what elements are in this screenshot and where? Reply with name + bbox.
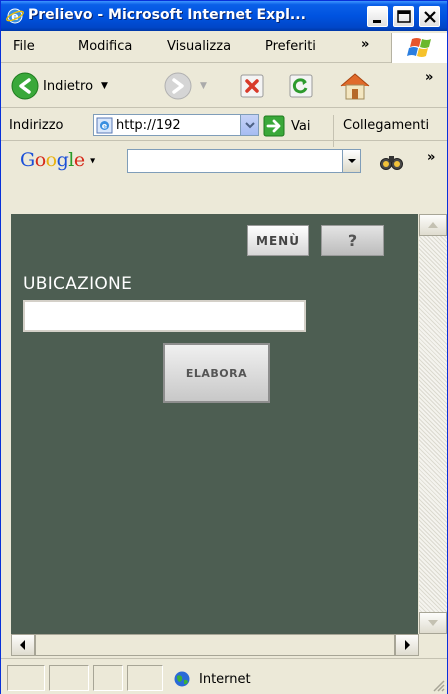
scroll-left-button[interactable] [11, 634, 35, 656]
window-title: Prelievo - Microsoft Internet Expl... [28, 7, 306, 23]
arrow-up-icon [428, 222, 438, 228]
horizontal-scrollbar[interactable] [11, 634, 419, 656]
status-bar: Internet [1, 658, 447, 694]
security-zone[interactable]: Internet [173, 670, 251, 688]
google-search-input[interactable] [127, 149, 361, 173]
zone-label: Internet [199, 671, 251, 687]
ubicazione-input[interactable] [23, 300, 306, 332]
binoculars-icon[interactable] [379, 152, 405, 172]
ie-icon: e [6, 8, 24, 24]
windows-logo [391, 33, 447, 63]
page-content: MENÙ ? UBICAZIONE ELABORA [11, 214, 418, 634]
frame-left-edge [1, 183, 11, 653]
refresh-button[interactable] [288, 72, 314, 100]
menu-overflow-chevron[interactable]: » [361, 37, 369, 52]
globe-icon [174, 671, 190, 687]
close-button[interactable] [419, 6, 440, 27]
go-arrow-icon [263, 115, 285, 137]
forward-dropdown-icon[interactable]: ▼ [200, 81, 207, 91]
close-icon [424, 11, 436, 23]
back-dropdown-icon[interactable]: ▼ [101, 81, 108, 91]
menu-bar: File Modifica Visualizza Preferiti » [1, 31, 447, 63]
elabora-button[interactable]: ELABORA [163, 343, 270, 403]
stop-button[interactable] [239, 72, 265, 100]
menu-preferiti[interactable]: Preferiti [265, 39, 316, 54]
home-icon [340, 73, 370, 100]
go-label: Vai [291, 118, 311, 134]
google-logo-button[interactable]: Google ▾ [20, 149, 95, 171]
status-cell [49, 665, 89, 691]
status-cell [93, 665, 123, 691]
refresh-icon [289, 74, 313, 98]
maximize-icon [397, 10, 411, 23]
go-button[interactable]: Vai [263, 115, 310, 137]
svg-text:e: e [102, 122, 108, 131]
scroll-down-button[interactable] [419, 612, 447, 634]
arrow-right-icon [405, 640, 410, 650]
links-button[interactable]: Collegamenti [343, 118, 429, 133]
minimize-icon [373, 20, 381, 23]
page-icon: e [96, 117, 113, 134]
ubicazione-label: UBICAZIONE [23, 274, 133, 294]
arrow-left-icon [20, 640, 25, 650]
forward-button[interactable]: ▼ [164, 72, 207, 100]
minimize-button[interactable] [367, 6, 388, 27]
menu-button[interactable]: MENÙ [247, 225, 309, 256]
google-dropdown-icon: ▾ [90, 155, 95, 167]
maximize-button[interactable] [393, 6, 414, 27]
scroll-up-button[interactable] [419, 214, 447, 236]
google-search-dropdown-button[interactable] [342, 150, 360, 172]
scroll-right-button[interactable] [395, 634, 419, 656]
help-button[interactable]: ? [321, 225, 384, 256]
back-arrow-icon [11, 72, 39, 100]
navigation-toolbar: Indietro ▼ ▼ » [1, 64, 447, 108]
address-input[interactable]: e http://192 [93, 114, 259, 136]
vertical-scrollbar[interactable] [419, 214, 447, 634]
arrow-down-icon [428, 620, 438, 626]
chevron-down-icon [245, 122, 255, 129]
browser-window: e Prelievo - Microsoft Internet Expl... … [0, 0, 448, 694]
resize-grip-icon[interactable] [431, 678, 445, 692]
menu-file[interactable]: File [13, 39, 35, 54]
vertical-scroll-track[interactable] [419, 214, 447, 634]
menu-visualizza[interactable]: Visualizza [167, 39, 231, 54]
back-label: Indietro [43, 78, 94, 94]
back-button[interactable]: Indietro ▼ [11, 72, 108, 100]
address-dropdown-button[interactable] [240, 115, 258, 135]
status-cell [7, 665, 45, 691]
horizontal-scroll-thumb[interactable] [35, 634, 395, 656]
title-bar[interactable]: e Prelievo - Microsoft Internet Expl... [1, 1, 447, 31]
address-bar: Indirizzo e http://192 Vai Collegamenti [1, 109, 447, 147]
google-overflow-chevron[interactable]: » [427, 150, 435, 165]
forward-arrow-icon [164, 72, 192, 100]
toolbar-overflow-chevron[interactable]: » [425, 70, 433, 85]
windows-flag-icon [407, 38, 431, 57]
google-toolbar: Google ▾ » [1, 142, 447, 182]
chevron-down-icon [348, 159, 356, 163]
menu-modifica[interactable]: Modifica [78, 39, 132, 54]
stop-icon [240, 74, 264, 98]
status-cell [127, 665, 163, 691]
address-label: Indirizzo [9, 118, 64, 133]
scrollbar-corner [419, 634, 447, 656]
address-url: http://192 [116, 118, 181, 133]
home-button[interactable] [338, 72, 372, 100]
